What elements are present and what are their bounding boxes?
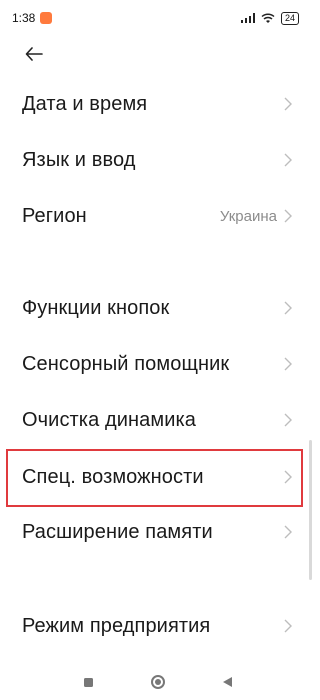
chevron-right-icon	[284, 470, 292, 484]
settings-item-right	[283, 619, 293, 633]
settings-item-label: Регион	[22, 204, 87, 227]
settings-item-right	[283, 357, 293, 371]
status-time: 1:38	[12, 11, 36, 25]
settings-item-label: Сенсорный помощник	[22, 352, 230, 375]
settings-item-label: Функции кнопок	[22, 296, 170, 319]
settings-item-label: Спец. возможности	[22, 465, 204, 488]
settings-item-right	[283, 413, 293, 427]
settings-item-touch-assistant[interactable]: Сенсорный помощник	[0, 336, 315, 392]
back-nav-button[interactable]	[222, 676, 233, 688]
scrollbar[interactable]	[309, 440, 312, 580]
chevron-right-icon	[284, 153, 292, 167]
settings-item-right	[283, 153, 293, 167]
settings-item-button-functions[interactable]: Функции кнопок	[0, 280, 315, 336]
chevron-right-icon	[284, 209, 292, 223]
settings-item-right: Украина	[220, 208, 293, 225]
triangle-back-icon	[222, 677, 232, 687]
chevron-right-icon	[284, 413, 292, 427]
circle-icon	[150, 675, 165, 689]
status-bar: 1:38 24	[0, 0, 315, 36]
settings-item-label: Режим предприятия	[22, 614, 211, 637]
home-button[interactable]	[150, 674, 166, 690]
settings-item-enterprise-mode[interactable]: Режим предприятия	[0, 598, 315, 654]
settings-item-label: Очистка динамика	[22, 408, 197, 431]
region-value: Украина	[219, 207, 277, 225]
settings-item-right	[283, 97, 293, 111]
settings-item-accessibility[interactable]: Спец. возможности	[0, 449, 315, 505]
settings-item-right	[283, 525, 293, 539]
chevron-right-icon	[284, 97, 292, 111]
back-arrow-icon	[25, 47, 43, 61]
settings-item-language-input[interactable]: Язык и ввод	[0, 132, 315, 188]
chevron-right-icon	[284, 525, 292, 539]
settings-item-region[interactable]: Регион Украина	[0, 188, 315, 244]
status-right: 24	[240, 11, 299, 25]
status-left: 1:38	[12, 11, 53, 25]
wifi-icon	[261, 12, 275, 23]
chevron-right-icon	[284, 619, 292, 633]
settings-item-right	[283, 470, 293, 484]
back-button[interactable]	[18, 40, 50, 68]
settings-item-memory-extension[interactable]: Расширение памяти	[0, 504, 315, 560]
navigation-bar	[0, 664, 315, 700]
settings-item-label: Расширение памяти	[22, 520, 213, 543]
settings-item-label: Дата и время	[22, 92, 148, 115]
settings-item-date-time[interactable]: Дата и время	[0, 76, 315, 132]
chevron-right-icon	[284, 357, 292, 371]
chevron-right-icon	[284, 301, 292, 315]
settings-item-right	[283, 301, 293, 315]
recents-button[interactable]	[83, 677, 94, 688]
signal-icon	[240, 13, 255, 23]
square-icon	[83, 677, 93, 687]
battery-icon: 24	[280, 11, 299, 25]
settings-item-speaker-cleaning[interactable]: Очистка динамика	[0, 392, 315, 448]
settings-item-label: Язык и ввод	[22, 148, 136, 171]
notification-app-icon	[40, 12, 53, 24]
